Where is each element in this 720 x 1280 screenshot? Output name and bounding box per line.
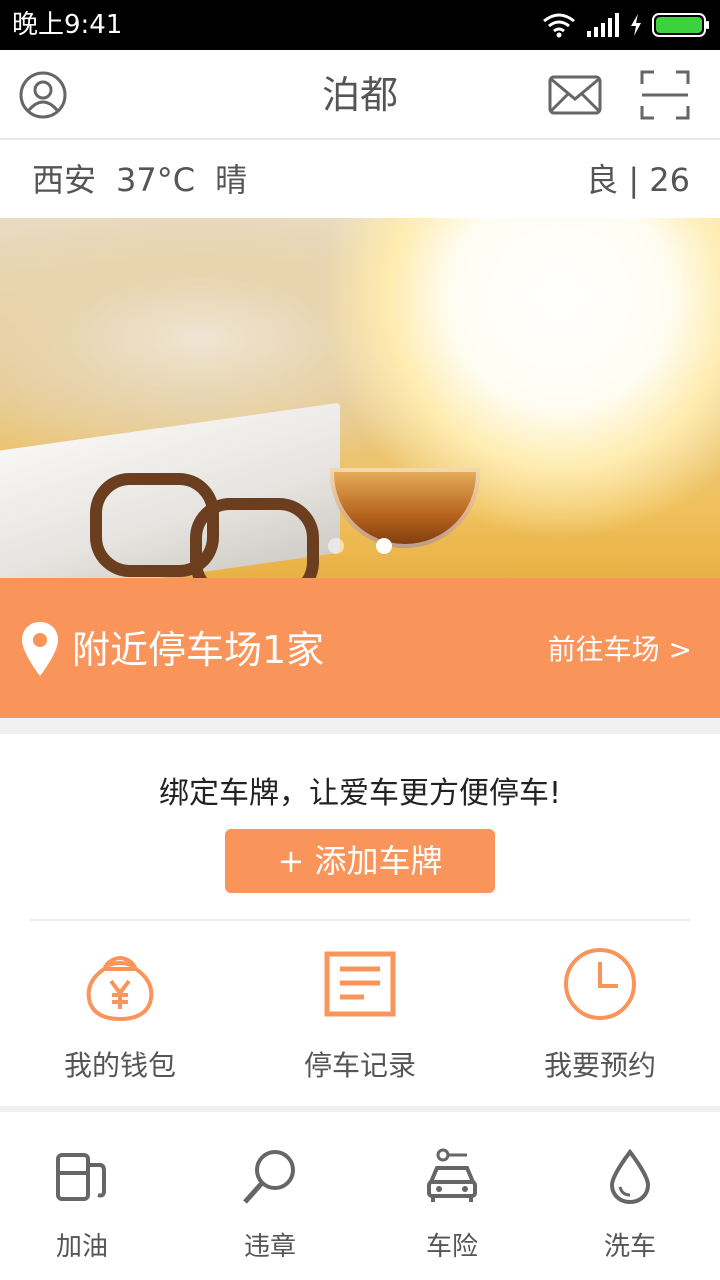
banner-glasses-shape <box>190 498 319 578</box>
function-label: 我要预约 <box>543 1049 656 1082</box>
tab-label: 车险 <box>425 1232 478 1262</box>
location-pin-icon <box>22 622 58 676</box>
status-icons <box>542 10 710 40</box>
messages-button[interactable] <box>548 74 602 116</box>
banner-wineglass-shape <box>330 468 480 548</box>
nearby-parking-label: 附近停车场1家 <box>72 628 325 672</box>
charging-icon <box>631 14 641 36</box>
plate-prompt: 绑定车牌，让爱车更方便停车! <box>158 776 562 811</box>
weather-temperature: 37°C <box>116 161 196 199</box>
tab-insurance[interactable]: 车险 <box>362 1142 542 1263</box>
scan-button[interactable] <box>640 70 690 120</box>
tab-label: 加油 <box>55 1232 108 1262</box>
air-quality: 良 | 26 <box>586 161 690 199</box>
money-bag-icon <box>86 956 154 1021</box>
tab-label: 违章 <box>243 1232 296 1262</box>
document-icon <box>324 951 396 1017</box>
tab-violations[interactable]: 违章 <box>180 1142 360 1263</box>
banner-carousel[interactable] <box>0 218 720 578</box>
signal-icon <box>587 13 619 37</box>
tab-label: 洗车 <box>603 1232 656 1262</box>
plate-panel: 绑定车牌，让爱车更方便停车! + 添加车牌 我的钱包 停车记录 我要预约 <box>0 734 720 1106</box>
mail-icon <box>548 75 602 115</box>
weather-city: 西安 <box>32 161 97 199</box>
weather-bar: 西安 37°C 晴 良 | 26 <box>0 140 720 218</box>
clock-icon <box>564 948 636 1020</box>
top-bar: 泊都 <box>0 50 720 140</box>
battery-icon <box>652 13 709 37</box>
carousel-dot[interactable] <box>328 538 344 554</box>
wifi-icon <box>543 13 575 38</box>
status-bar: 晚上9:41 <box>0 0 720 50</box>
water-drop-icon <box>609 1149 651 1205</box>
tab-refuel[interactable]: 加油 <box>0 1142 172 1263</box>
search-icon <box>243 1150 295 1204</box>
nearby-parking-bar[interactable]: 附近停车场1家 前往车场 > <box>0 578 720 718</box>
tab-car-wash[interactable]: 洗车 <box>540 1142 720 1263</box>
bottom-tab-bar: 加油 违章 车险 洗车 <box>0 1112 720 1280</box>
function-label: 我的钱包 <box>63 1049 176 1082</box>
car-icon <box>427 1148 477 1202</box>
go-to-parking-link[interactable]: 前往车场 > <box>548 578 692 722</box>
status-time: 晚上9:41 <box>12 10 123 40</box>
divider <box>30 919 690 921</box>
weather-condition: 晴 <box>215 161 248 199</box>
page-title: 泊都 <box>321 73 398 117</box>
scan-icon <box>640 70 690 120</box>
add-plate-button[interactable]: + 添加车牌 <box>225 829 495 893</box>
function-wallet[interactable]: 我的钱包 <box>0 944 240 1084</box>
carousel-dot[interactable] <box>376 538 392 554</box>
function-reservation[interactable]: 我要预约 <box>480 944 720 1084</box>
function-label: 停车记录 <box>303 1049 416 1082</box>
function-parking-records[interactable]: 停车记录 <box>240 944 480 1084</box>
fuel-icon <box>56 1153 106 1201</box>
